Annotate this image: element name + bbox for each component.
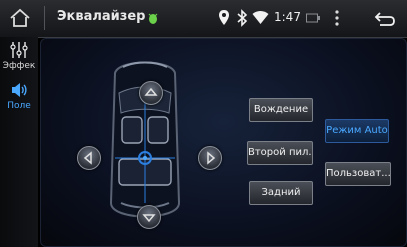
chevron-left-icon [83, 151, 92, 165]
chevron-up-icon [144, 87, 158, 96]
balance-left-button[interactable] [77, 146, 101, 170]
preset-driving-button[interactable]: Вождение [249, 98, 313, 122]
chevron-right-icon [207, 151, 216, 165]
sidebar: Эффек Поле [0, 37, 38, 247]
sidebar-item-effects[interactable]: Эффек [0, 39, 38, 83]
preset-rear-button[interactable]: Задний [249, 181, 313, 205]
bluetooth-icon [237, 9, 248, 27]
balance-right-button[interactable] [198, 146, 222, 170]
speaker-icon [12, 83, 27, 97]
android-debug-icon [148, 13, 158, 24]
preset-user-button[interactable]: Пользоват... [325, 162, 391, 186]
overflow-menu-icon[interactable] [334, 9, 340, 27]
status-bar: Эквалайзер 1:47 [0, 0, 407, 38]
battery-icon [306, 13, 320, 23]
auto-mode-button[interactable]: Режим Auto [325, 119, 389, 143]
sound-field-panel: Вождение Второй пил... Задний Режим Auto… [40, 38, 407, 247]
equalizer-sliders-icon [10, 42, 28, 58]
clock: 1:47 [274, 10, 301, 24]
chevron-down-icon [142, 214, 156, 223]
sidebar-item-field[interactable]: Поле [0, 79, 38, 123]
wifi-icon [252, 11, 269, 24]
car-top-view [109, 61, 181, 218]
back-icon[interactable] [374, 10, 396, 26]
divider [44, 6, 45, 30]
sidebar-item-label: Эффек [2, 61, 36, 71]
balance-up-button[interactable] [139, 81, 163, 105]
balance-down-button[interactable] [137, 205, 161, 229]
home-icon[interactable] [9, 8, 31, 28]
page-title: Эквалайзер [57, 9, 146, 24]
preset-second-row-button[interactable]: Второй пил... [247, 141, 313, 165]
sidebar-item-label: Поле [7, 101, 31, 111]
location-icon [219, 10, 229, 25]
